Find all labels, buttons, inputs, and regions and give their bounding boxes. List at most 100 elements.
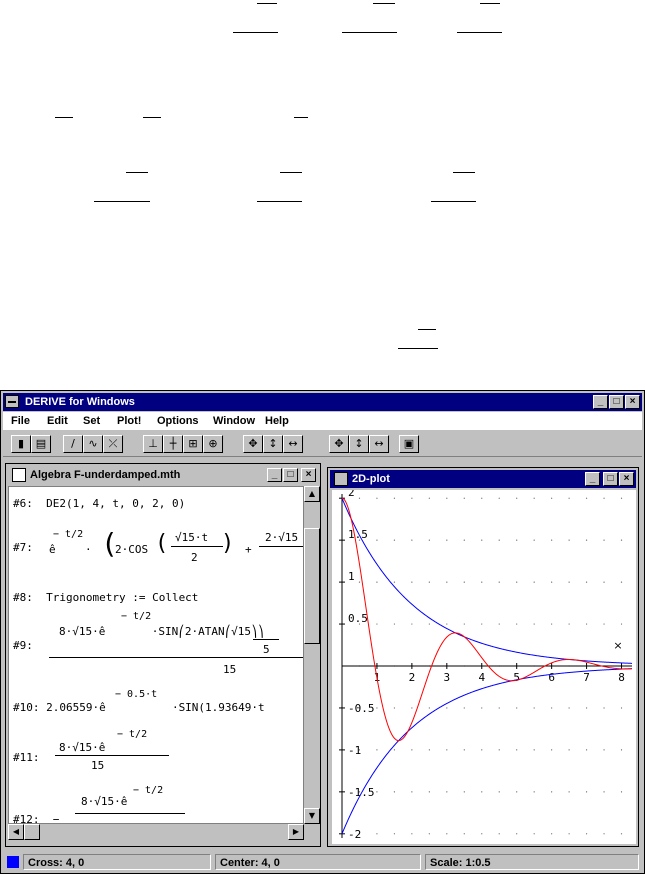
print-icon[interactable]: ▤: [31, 435, 51, 453]
grid-dot: [463, 791, 465, 793]
grid-dot: [446, 497, 448, 499]
expression-11-exponent: − t/2: [117, 729, 148, 740]
menu-options[interactable]: Options: [157, 412, 199, 430]
crosshair-icon[interactable]: ┼: [163, 435, 183, 453]
scroll-left-button[interactable]: ◀: [8, 824, 24, 840]
grid-dot: [568, 623, 570, 625]
grid-dot: [533, 623, 535, 625]
grid-dot: [603, 833, 605, 835]
plot-maximize-button[interactable]: □: [603, 472, 618, 486]
expression-10-exponent: − 0.5·t: [115, 689, 158, 700]
grid-dot: [551, 833, 553, 835]
grid-dot: [620, 833, 623, 835]
zoom-out-vertical-icon[interactable]: ↕: [349, 435, 369, 453]
grid-dot: [376, 833, 378, 835]
grid-dot: [463, 707, 465, 709]
menu-plot[interactable]: Plot!: [117, 412, 141, 430]
grid-dot: [585, 497, 588, 499]
menu-window[interactable]: Window: [213, 412, 255, 430]
algebra-minimize-button[interactable]: _: [267, 468, 282, 482]
title-bar: DERIVE for Windows _ □ ×: [3, 393, 642, 411]
plot-area[interactable]: 1 2 3 4 5 6 7 8 2 1.5 1 0.5 -0.5 -1 -1.5 -2 ×: [332, 490, 636, 844]
algebra-horizontal-scrollbar[interactable]: ◀ ▶: [8, 824, 304, 840]
grid-dot: [568, 791, 570, 793]
plot-close-button[interactable]: ×: [619, 472, 634, 486]
open-icon[interactable]: ▮: [11, 435, 31, 453]
grid-dot: [620, 497, 623, 499]
zoom-out-horizontal-icon[interactable]: ↔: [369, 435, 389, 453]
algebra-window-icon[interactable]: [12, 468, 26, 482]
algebra-vertical-scrollbar[interactable]: ▲ ▼: [304, 486, 320, 824]
axes-icon[interactable]: ⊥: [143, 435, 163, 453]
expression-8[interactable]: #8: Trigonometry := Collect: [13, 591, 198, 604]
algebra-title: Algebra F-underdamped.mth: [30, 469, 181, 481]
grid-dot: [393, 791, 396, 793]
y-tick-label: 2: [348, 490, 355, 499]
minimize-button[interactable]: _: [593, 395, 608, 409]
x-tick-label: 5: [513, 671, 520, 684]
expression-7-label[interactable]: #7:: [13, 541, 33, 554]
close-button[interactable]: ×: [625, 395, 640, 409]
grid-dot: [603, 539, 605, 541]
menu-help[interactable]: Help: [265, 412, 289, 430]
zoom-box-icon[interactable]: ⊞: [183, 435, 203, 453]
grid-dot: [481, 581, 483, 583]
grid-dot: [516, 623, 518, 625]
grid-dot: [603, 707, 605, 709]
author-icon[interactable]: /: [63, 435, 83, 453]
grid-dot: [463, 833, 465, 835]
expression-12-numerator: 8·√15·ê: [81, 795, 128, 808]
expression-10[interactable]: #10: 2.06559·ê ·SIN(1.93649·t: [13, 701, 265, 714]
system-menu-icon[interactable]: [5, 395, 19, 408]
center-icon[interactable]: ⊕: [203, 435, 223, 453]
menu-edit[interactable]: Edit: [47, 412, 68, 430]
grid-dot: [603, 497, 605, 499]
grid-dot: [568, 707, 570, 709]
grid-dot: [481, 791, 483, 793]
plot-window: 2D-plot _ □ × 1 2 3 4 5 6 7 8 2 1.5 1 0.5 -0.5 -1 -1.5…: [327, 467, 639, 847]
grid-dot: [393, 539, 396, 541]
simplify-icon[interactable]: ∿: [83, 435, 103, 453]
scroll-up-button[interactable]: ▲: [304, 486, 320, 502]
window-icon[interactable]: ▣: [399, 435, 419, 453]
expression-9-denominator: 15: [223, 663, 237, 676]
zoom-horizontal-icon[interactable]: ↔: [283, 435, 303, 453]
y-tick-label: 0.5: [348, 612, 368, 625]
zoom-vertical-icon[interactable]: ↕: [263, 435, 283, 453]
zoom-out-icon[interactable]: ✥: [329, 435, 349, 453]
grid-dot: [411, 623, 413, 625]
grid-dot: [376, 791, 378, 793]
grid-dot: [498, 623, 500, 625]
grid-dot: [551, 749, 553, 751]
grid-dot: [533, 539, 535, 541]
grid-dot: [603, 581, 605, 583]
plot-canvas[interactable]: 1 2 3 4 5 6 7 821.510.5-0.5-1-1.5-2×: [332, 490, 636, 844]
algebra-window: Algebra F-underdamped.mth _ □ × #6: DE2(…: [5, 463, 321, 847]
grid-dot: [428, 791, 430, 793]
plot-title-bar: 2D-plot _ □ ×: [330, 470, 636, 488]
grid-dot: [568, 539, 570, 541]
underdamped-solution-curve: [341, 497, 633, 742]
grid-dot: [358, 497, 361, 499]
grid-dot: [428, 539, 430, 541]
grid-dot: [376, 539, 378, 541]
menu-file[interactable]: File: [11, 412, 30, 430]
scroll-down-button[interactable]: ▼: [304, 808, 320, 824]
algebra-close-button[interactable]: ×: [301, 468, 316, 482]
expression-9-label[interactable]: #9:: [13, 639, 33, 652]
expression-12-label[interactable]: #12: −: [13, 813, 59, 823]
menu-set[interactable]: Set: [83, 412, 100, 430]
maximize-button[interactable]: □: [609, 395, 624, 409]
plot-window-icon[interactable]: [334, 472, 348, 486]
plot-icon[interactable]: ⤫: [103, 435, 123, 453]
expression-11-label[interactable]: #11:: [13, 751, 40, 764]
scroll-right-button[interactable]: ▶: [288, 824, 304, 840]
grid-dot: [411, 833, 413, 835]
plot-minimize-button[interactable]: _: [585, 472, 600, 486]
expression-6[interactable]: #6: DE2(1, 4, t, 0, 2, 0): [13, 497, 185, 510]
horizontal-scroll-thumb[interactable]: [24, 824, 40, 840]
algebra-content[interactable]: #6: DE2(1, 4, t, 0, 2, 0) #7: − t/2 ê · …: [8, 486, 304, 824]
zoom-in-icon[interactable]: ✥: [243, 435, 263, 453]
algebra-maximize-button[interactable]: □: [283, 468, 298, 482]
scroll-thumb[interactable]: [304, 528, 320, 644]
